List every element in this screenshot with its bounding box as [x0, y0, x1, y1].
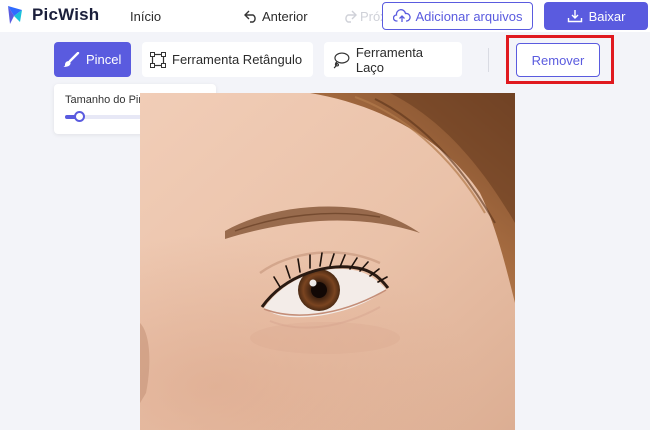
redo-icon — [345, 10, 357, 23]
rectangle-tool-button[interactable]: Ferramenta Retângulo — [142, 42, 313, 77]
photo-canvas[interactable] — [140, 93, 515, 430]
undo-button[interactable]: Anterior — [244, 9, 308, 24]
brush-icon — [63, 51, 80, 67]
brush-tool-button[interactable]: Pincel — [54, 42, 131, 77]
download-icon — [567, 10, 582, 23]
nav-inicio-link[interactable]: Início — [130, 9, 161, 24]
add-files-button[interactable]: Adicionar arquivos — [382, 2, 533, 30]
lasso-icon — [333, 51, 350, 68]
rectangle-select-icon — [150, 51, 166, 68]
brand-name: PicWish — [32, 5, 100, 24]
lasso-tool-button[interactable]: Ferramenta Laço — [324, 42, 462, 77]
logo-icon — [8, 6, 22, 24]
lasso-tool-label: Ferramenta Laço — [355, 44, 424, 75]
undo-icon — [244, 10, 256, 23]
brush-tool-label: Pincel — [86, 52, 122, 67]
brush-size-slider-thumb[interactable] — [74, 111, 85, 122]
logo[interactable]: PicWish — [6, 4, 99, 26]
download-label: Baixar — [588, 8, 626, 24]
add-files-label: Adicionar arquivos — [415, 8, 523, 24]
highlight-box — [506, 35, 614, 84]
photo-image — [140, 93, 515, 430]
download-button[interactable]: Baixar — [544, 2, 648, 30]
rectangle-tool-label: Ferramenta Retângulo — [172, 52, 303, 67]
toolbar-divider — [488, 48, 489, 72]
cloud-upload-icon — [392, 9, 411, 22]
undo-label: Anterior — [262, 9, 308, 24]
top-bar: PicWish Início Anterior Próximo Adiciona… — [0, 0, 650, 32]
